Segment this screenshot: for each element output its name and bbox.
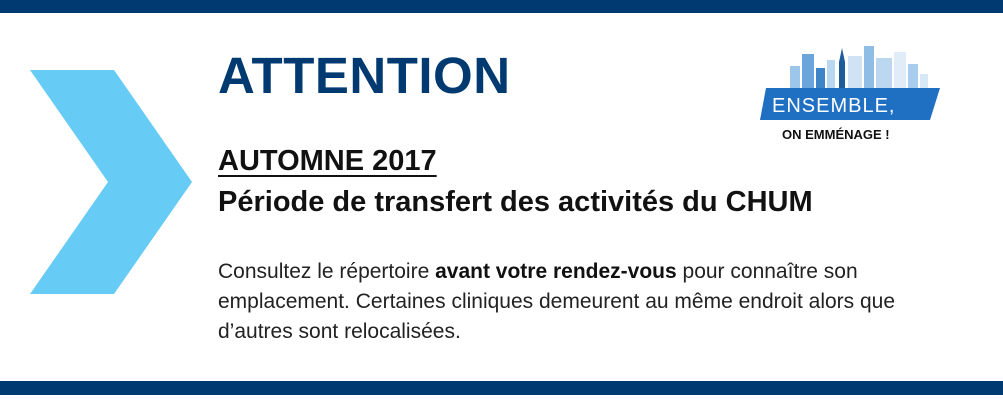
chevron-arrow-icon: [30, 70, 192, 294]
logo-sub-text: ON EMMÉNAGE !: [782, 127, 890, 142]
skyline-icon: [790, 46, 928, 88]
headline: ATTENTION: [218, 47, 511, 104]
subheading: AUTOMNE 2017: [218, 145, 437, 177]
subtitle: Période de transfert des activités du CH…: [218, 186, 813, 218]
top-border-bar: [0, 0, 1003, 13]
body-text-part1: Consultez le répertoire: [218, 260, 436, 283]
logo-main-text: ENSEMBLE,: [772, 95, 895, 117]
body-text-bold: avant votre rendez-vous: [435, 260, 677, 283]
body-text: Consultez le répertoire avant votre rend…: [218, 257, 918, 347]
attention-banner: ATTENTION AUTOMNE 2017 Période de transf…: [0, 0, 1003, 420]
bottom-border-bar: [0, 381, 1003, 395]
ensemble-logo: ENSEMBLE, ON EMMÉNAGE !: [760, 46, 940, 142]
